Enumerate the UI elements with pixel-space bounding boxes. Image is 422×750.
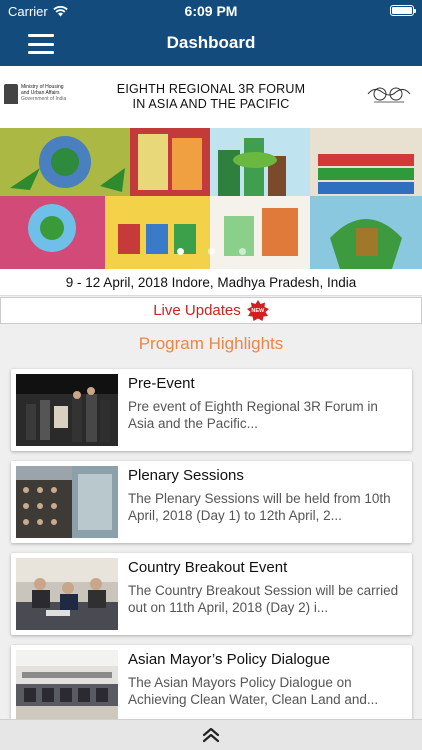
carousel-dots[interactable] (0, 248, 422, 255)
live-updates-button[interactable]: Live Updates NEW (0, 297, 422, 324)
program-item-title: Pre-Event (128, 375, 195, 392)
new-badge: NEW (246, 299, 269, 322)
program-item-title: Asian Mayor’s Policy Dialogue (128, 651, 331, 668)
program-item-title: Country Breakout Event (128, 559, 288, 576)
program-item-pre-event[interactable]: Pre-Event Pre event of Eighth Regional 3… (11, 369, 412, 451)
page-title: Dashboard (166, 33, 256, 52)
status-bar: Carrier 6:09 PM (0, 0, 422, 22)
navigation-bar: Carrier 6:09 PM Dashboard (0, 0, 422, 66)
forum-title: EIGHTH REGIONAL 3R FORUM IN ASIA AND THE… (90, 82, 332, 112)
event-date: 9 - 12 April, 2018 Indore, Madhya Prades… (0, 269, 422, 296)
swachh-bharat-logo (367, 87, 411, 103)
forum-title-line-1: EIGHTH REGIONAL 3R FORUM (116, 82, 306, 96)
banner-carousel[interactable] (0, 128, 422, 269)
program-list: Pre-Event Pre event of Eighth Regional 3… (11, 369, 412, 737)
ministry-line-3: Government of India (21, 96, 67, 102)
program-item-country-breakout-event[interactable]: Country Breakout Event The Country Break… (11, 553, 412, 635)
plenary-sessions-thumbnail (16, 466, 118, 538)
double-chevron-up-icon (202, 727, 220, 743)
battery-icon (390, 5, 416, 16)
country-breakout-thumbnail (16, 558, 118, 630)
program-item-description: The Country Breakout Session will be car… (128, 583, 399, 615)
forum-title-line-2: IN ASIA AND THE PACIFIC (132, 97, 290, 111)
carousel-dot-2[interactable] (207, 248, 215, 255)
scroll-to-top-button[interactable] (0, 719, 422, 750)
program-item-title: Plenary Sessions (128, 467, 244, 484)
new-badge-label: NEW (251, 307, 265, 314)
program-highlights-heading: Program Highlights (138, 334, 284, 353)
program-item-description: The Asian Mayors Policy Dialogue on Achi… (128, 675, 379, 707)
program-item-description: The Plenary Sessions will be held from 1… (128, 491, 391, 523)
carousel-dot-3[interactable] (238, 248, 246, 255)
forum-header: Ministry of Housing and Urban Affairs Go… (0, 66, 422, 128)
program-item-plenary-sessions[interactable]: Plenary Sessions The Plenary Sessions wi… (11, 461, 412, 543)
status-time: 6:09 PM (184, 3, 238, 19)
ministry-logo: Ministry of Housing and Urban Affairs Go… (4, 84, 71, 104)
program-item-asian-mayors-policy-dialogue[interactable]: Asian Mayor’s Policy Dialogue The Asian … (11, 645, 412, 727)
carousel-dot-1[interactable] (176, 248, 184, 255)
pre-event-thumbnail (16, 374, 118, 446)
emblem-icon (4, 84, 18, 104)
asian-mayors-thumbnail (16, 650, 118, 722)
live-updates-label: Live Updates (153, 302, 241, 319)
program-item-description: Pre event of Eighth Regional 3R Forum in… (128, 399, 378, 431)
